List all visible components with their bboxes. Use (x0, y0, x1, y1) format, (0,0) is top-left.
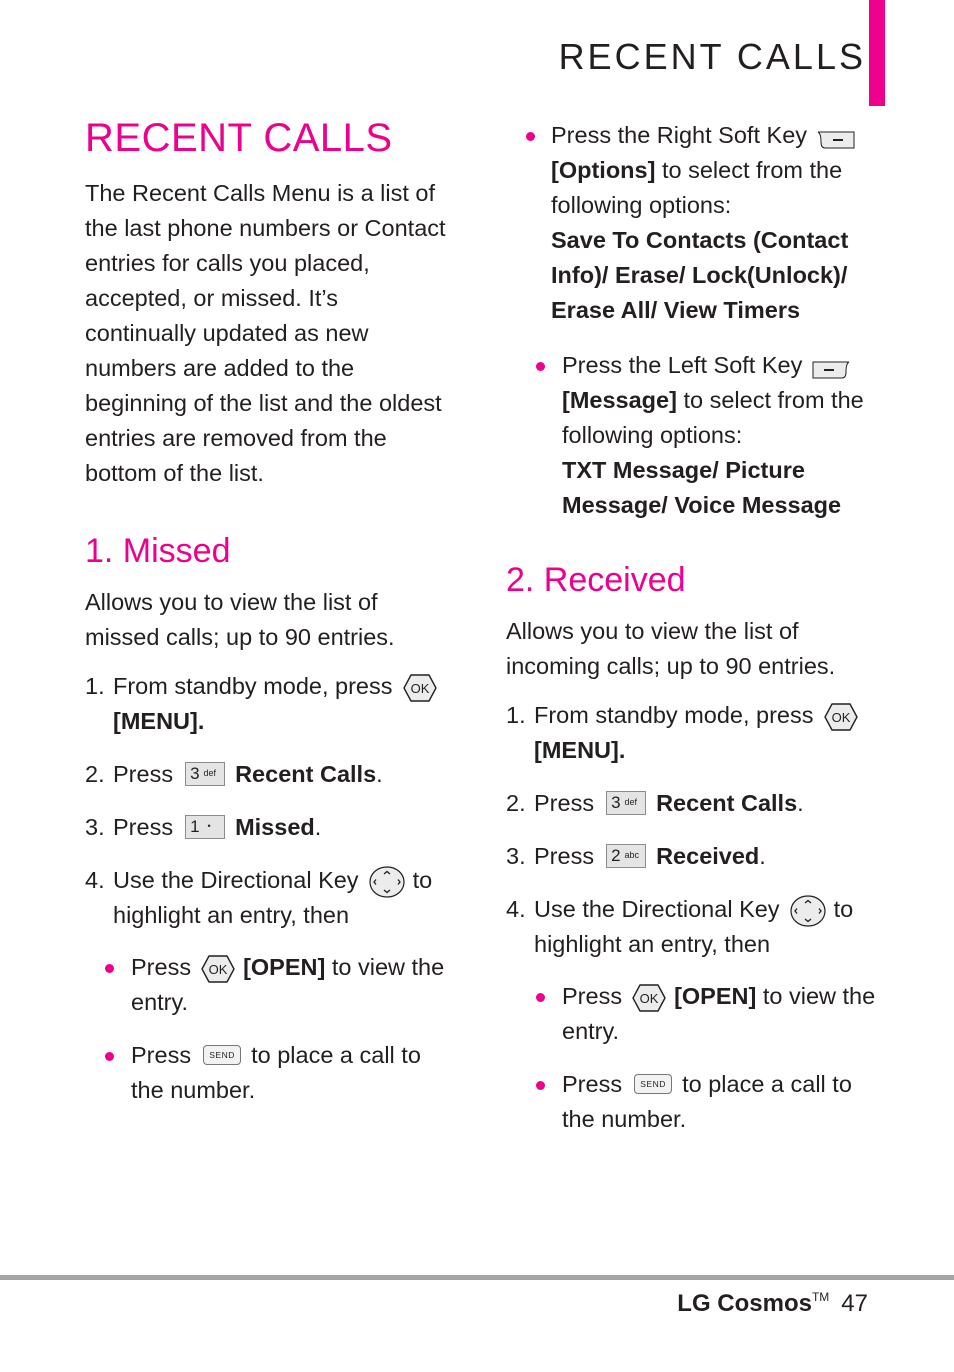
send-key-icon: SEND (203, 1044, 242, 1065)
ok-key-icon: OK (632, 983, 666, 1013)
footer-divider (0, 1275, 954, 1280)
svg-text:OK: OK (640, 991, 659, 1006)
received-description: Allows you to view the list of incoming … (506, 618, 836, 679)
key-3-def-icon: 3 def (185, 761, 226, 786)
svg-text:OK: OK (831, 710, 850, 725)
intro-paragraph: The Recent Calls Menu is a list of the l… (85, 180, 446, 486)
left-soft-key-bullet: Press the Left Soft Key [Message] to sel… (506, 348, 882, 523)
section-tab-marker (869, 0, 885, 106)
right-soft-key-bullet: Press the Right Soft Key [Options] to se… (506, 118, 891, 328)
received-bullet-send: Press SEND to place a call to the number. (506, 1067, 886, 1137)
missed-step-4: 4. Use the Directional Key to highlight a… (85, 866, 433, 928)
missed-bullet-open: Press OK [OPEN] to view the entry. (85, 950, 455, 1020)
key-3-def-icon: 3 def (606, 790, 647, 815)
missed-bullet-send: Press SEND to place a call to the number. (85, 1038, 455, 1108)
missed-step-2: 2. Press 3 def Recent Calls. (85, 761, 383, 787)
bullet-dot (105, 964, 114, 973)
footer: LG CosmosTM 47 (677, 1290, 868, 1318)
send-key-icon: SEND (634, 1073, 673, 1094)
footer-brand: LG Cosmos (677, 1290, 812, 1317)
received-step-4: 4. Use the Directional Key to highlight a… (506, 895, 854, 957)
section-title-received: 2. Received (506, 561, 686, 599)
key-1-voicemail-icon: 1 • (185, 814, 226, 839)
bullet-dot (536, 362, 545, 371)
left-soft-key-icon (812, 354, 850, 379)
bullet-dot (536, 993, 545, 1002)
received-bullet-open: Press OK [OPEN] to view the entry. (506, 979, 886, 1049)
missed-step-1: 1. From standby mode, press OK [MENU]. (85, 669, 455, 739)
missed-step-3: 3. Press 1 • Missed. (85, 814, 322, 840)
received-step-1: 1. From standby mode, press OK [MENU]. (506, 698, 886, 768)
svg-text:OK: OK (410, 681, 429, 696)
right-soft-key-icon (817, 124, 855, 149)
left-column: RECENT CALLS The Recent Calls Menu is a … (85, 112, 455, 1108)
key-2-abc-icon: 2 abc (606, 843, 647, 868)
bullet-dot (526, 132, 535, 141)
bullet-dot (536, 1081, 545, 1090)
section-title-missed: 1. Missed (85, 532, 231, 570)
directional-key-icon (789, 895, 826, 927)
svg-text:OK: OK (209, 962, 228, 977)
ok-key-icon: OK (823, 702, 858, 732)
directional-key-icon (368, 866, 405, 898)
received-step-3: 3. Press 2 abc Received. (506, 843, 766, 869)
ok-key-icon: OK (201, 954, 235, 984)
bullet-dot (105, 1052, 114, 1061)
missed-description: Allows you to view the list of missed ca… (85, 589, 395, 650)
received-step-2: 2. Press 3 def Recent Calls. (506, 790, 804, 816)
trademark-mark: TM (811, 1290, 830, 1304)
page-title: RECENT CALLS (85, 116, 393, 160)
page-number: 47 (841, 1290, 868, 1317)
right-column: Press the Right Soft Key [Options] to se… (506, 118, 886, 1137)
running-header-title: RECENT CALLS (558, 36, 866, 77)
ok-key-icon: OK (402, 673, 437, 703)
